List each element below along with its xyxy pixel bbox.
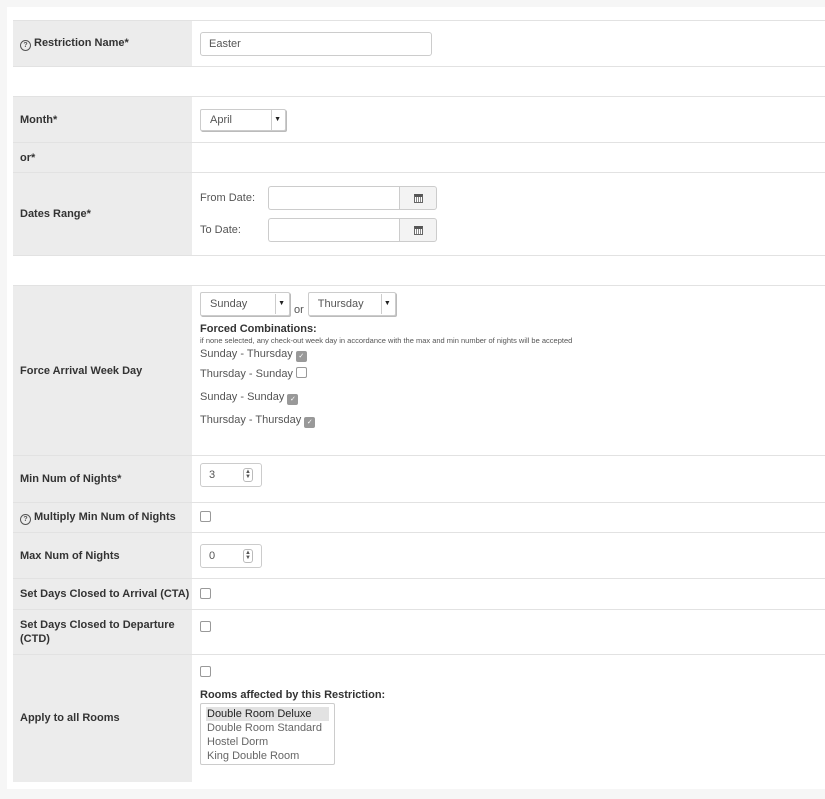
- forced-combinations-note: if none selected, any check-out week day…: [200, 336, 573, 345]
- or-label: or*: [13, 142, 192, 173]
- multiply-min-checkbox[interactable]: [200, 511, 211, 522]
- dates-range-label: Dates Range*: [13, 172, 192, 256]
- or-text: or: [294, 304, 304, 316]
- settings-table: Force Arrival Week Day Sunday ▼ or Thurs…: [13, 285, 825, 782]
- from-date-input[interactable]: [268, 186, 399, 210]
- max-nights-value: 0: [209, 549, 216, 562]
- month-select[interactable]: April ▼: [200, 108, 286, 131]
- month-label: Month*: [13, 96, 192, 143]
- arrival-day1-selected: Sunday: [210, 298, 248, 310]
- combo-label: Thursday - Thursday: [200, 414, 302, 426]
- combo-sunday-thursday: Sunday - Thursday ✓: [200, 345, 825, 363]
- ctd-label: Set Days Closed to Departure (CTD): [13, 609, 192, 655]
- room-option[interactable]: Double Room Deluxe: [206, 707, 329, 721]
- apply-all-rooms-checkbox[interactable]: [200, 666, 211, 677]
- restriction-name-table: ? Restriction Name*: [13, 20, 825, 67]
- spinner-arrows-icon[interactable]: ▲ ▼: [243, 548, 253, 563]
- to-date-calendar-button[interactable]: [399, 218, 437, 242]
- cta-checkbox[interactable]: [200, 587, 211, 599]
- to-date-label: To Date:: [200, 224, 241, 236]
- room-option[interactable]: Double Room Standard: [206, 721, 329, 735]
- dates-table: Month* April ▼ or* Dates Range* From Dat…: [13, 96, 825, 256]
- chevron-down-icon: ▼: [275, 294, 285, 314]
- min-nights-input[interactable]: 3 ▲ ▼: [200, 463, 262, 487]
- to-date-input[interactable]: [268, 218, 399, 242]
- multiply-min-label: ? Multiply Min Num of Nights: [13, 502, 192, 533]
- multiply-min-label-text: Multiply Min Num of Nights: [34, 511, 176, 523]
- restriction-name-label-text: Restriction Name*: [34, 37, 129, 49]
- combo-checkbox[interactable]: ✓: [304, 417, 316, 428]
- forced-combinations-title: Forced Combinations:: [200, 323, 317, 335]
- help-icon[interactable]: ?: [20, 40, 31, 51]
- from-date-calendar-button[interactable]: [399, 186, 437, 210]
- room-option[interactable]: King Double Room: [206, 749, 329, 763]
- calendar-icon: [413, 193, 423, 203]
- combo-label: Thursday - Sunday: [200, 368, 293, 380]
- apply-all-rooms-label: Apply to all Rooms: [13, 654, 192, 782]
- restriction-name-label: ? Restriction Name*: [13, 20, 192, 67]
- combo-label: Sunday - Sunday: [200, 391, 285, 403]
- min-nights-value: 3: [209, 469, 216, 481]
- max-nights-label: Max Num of Nights: [13, 532, 192, 579]
- combo-sunday-sunday: Sunday - Sunday ✓: [200, 386, 825, 409]
- chevron-down-icon: ▼: [380, 294, 391, 314]
- restriction-name-input[interactable]: [200, 31, 432, 56]
- combo-checkbox[interactable]: ✓: [287, 394, 299, 405]
- combo-checkbox[interactable]: ✓: [295, 351, 307, 362]
- rooms-title: Rooms affected by this Restriction:: [200, 689, 386, 701]
- ctd-checkbox[interactable]: [200, 621, 211, 632]
- month-selected: April: [210, 113, 233, 126]
- combo-thursday-sunday: Thursday - Sunday: [200, 363, 825, 386]
- rooms-listbox[interactable]: Double Room Deluxe Double Room Standard …: [200, 703, 335, 765]
- calendar-icon: [413, 225, 423, 235]
- spinner-arrows-icon[interactable]: ▲ ▼: [243, 468, 253, 482]
- force-arrival-label: Force Arrival Week Day: [13, 285, 192, 456]
- combo-label: Sunday - Thursday: [200, 348, 293, 360]
- arrival-day1-select[interactable]: Sunday ▼: [200, 292, 290, 316]
- help-icon[interactable]: ?: [20, 514, 31, 525]
- room-option[interactable]: Hostel Dorm: [206, 735, 329, 749]
- combo-checkbox[interactable]: [296, 367, 307, 378]
- from-date-label: From Date:: [200, 192, 256, 204]
- chevron-down-icon: ▼: [271, 109, 281, 130]
- combo-thursday-thursday: Thursday - Thursday ✓: [200, 409, 825, 432]
- arrival-day2-select[interactable]: Thursday ▼: [307, 292, 396, 316]
- cta-label: Set Days Closed to Arrival (CTA): [13, 578, 192, 610]
- arrival-day2-selected: Thursday: [317, 298, 364, 310]
- min-nights-label: Min Num of Nights*: [13, 455, 192, 503]
- max-nights-input[interactable]: 0 ▲ ▼: [200, 543, 262, 568]
